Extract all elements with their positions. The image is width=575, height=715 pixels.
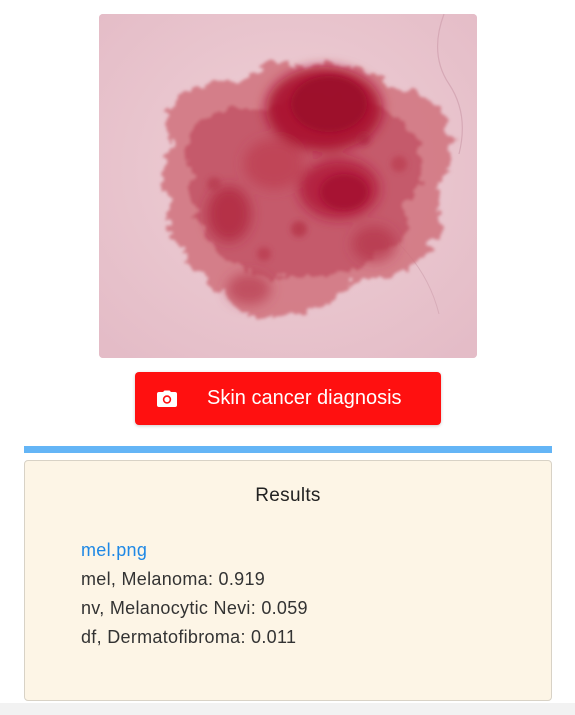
prediction-melanoma: mel, Melanoma: 0.919 [81, 569, 266, 589]
file-name-link[interactable]: mel.png [81, 536, 308, 565]
skin-cancer-diagnosis-button[interactable]: Skin cancer diagnosis [135, 372, 441, 425]
skin-lesion-image [99, 14, 477, 358]
progress-bar [24, 446, 552, 453]
results-title: Results [255, 485, 321, 506]
prediction-dermatofibroma: df, Dermatofibroma: 0.011 [81, 627, 297, 647]
progress-fill [24, 446, 552, 453]
results-card: Results mel.png mel, Melanoma: 0.919 nv,… [24, 460, 552, 701]
prediction-melanocytic-nevi: nv, Melanocytic Nevi: 0.059 [81, 598, 308, 618]
diagnose-button-label: Skin cancer diagnosis [207, 387, 402, 409]
camera-icon [156, 390, 178, 408]
page: Skin cancer diagnosis Results mel.png me… [0, 0, 575, 715]
bottom-strip [0, 703, 575, 715]
results-list: mel.png mel, Melanoma: 0.919 nv, Melanoc… [81, 536, 308, 652]
